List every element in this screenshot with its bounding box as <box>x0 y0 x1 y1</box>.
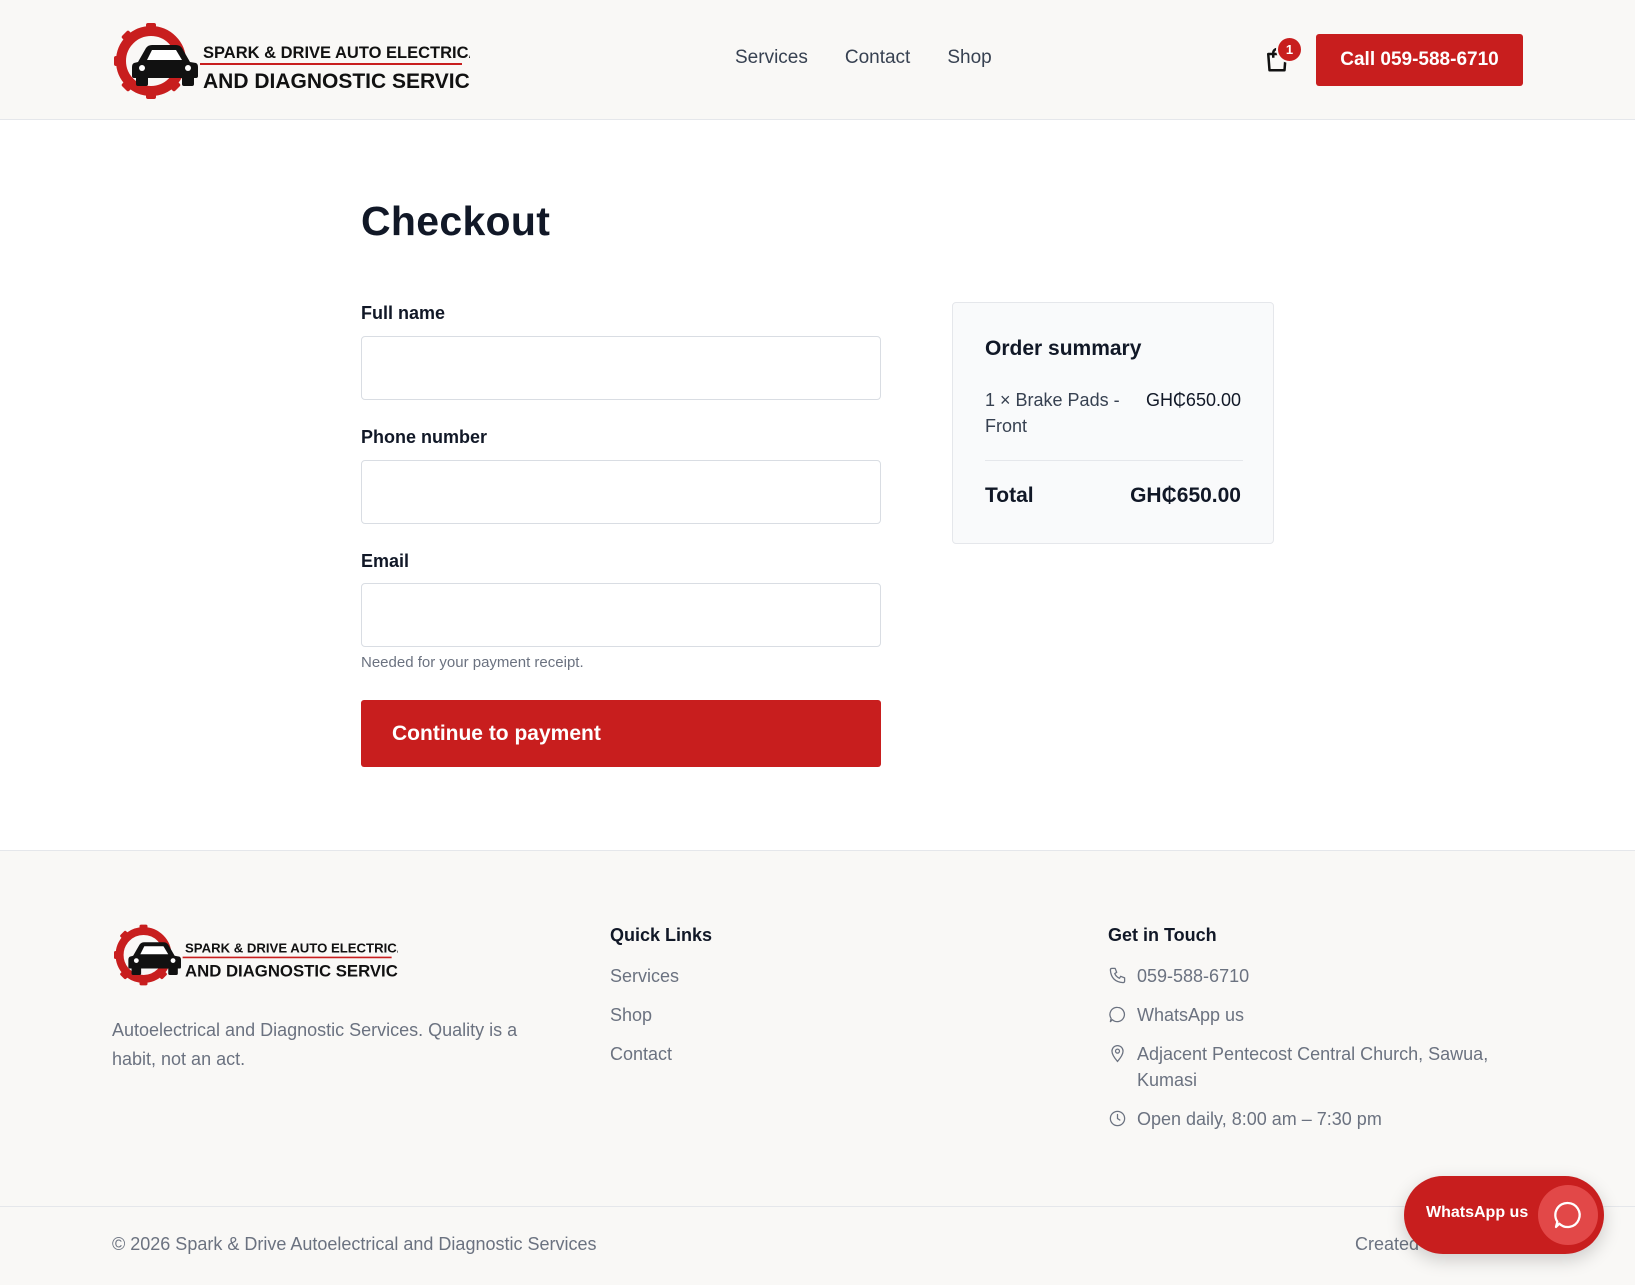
page-title: Checkout <box>361 198 551 244</box>
continue-to-payment-button[interactable]: Continue to payment <box>361 700 881 767</box>
nav-contact[interactable]: Contact <box>845 46 910 70</box>
footer-address: Adjacent Pentecost Central Church, Sawua… <box>1108 1041 1537 1093</box>
full-name-input[interactable] <box>361 336 881 400</box>
footer-phone-text: 059-588-6710 <box>1137 966 1250 986</box>
nav-services[interactable]: Services <box>735 46 808 70</box>
phone-input[interactable] <box>361 460 881 524</box>
full-name-label: Full name <box>361 303 446 323</box>
car-icon <box>128 942 182 975</box>
email-label: Email <box>361 551 410 571</box>
whatsapp-floating-label: WhatsApp us <box>1426 1204 1529 1221</box>
phone-icon <box>1109 967 1126 984</box>
quick-links-heading: Quick Links <box>610 925 713 945</box>
footer-phone[interactable]: 059-588-6710 <box>1108 963 1537 989</box>
get-in-touch-heading: Get in Touch <box>1108 925 1217 945</box>
footer-whatsapp[interactable]: WhatsApp us <box>1108 1002 1537 1028</box>
created-credit: Created <box>1355 1234 1420 1254</box>
footer-hours: Open daily, 8:00 am – 7:30 pm <box>1108 1106 1537 1132</box>
copyright: © 2026 Spark & Drive Autoelectrical and … <box>112 1234 597 1254</box>
order-summary-title: Order summary <box>985 337 1142 360</box>
summary-item-name: 1 × Brake Pads - Front <box>985 390 1120 436</box>
summary-total-value: GH₵650.00 <box>1130 484 1241 507</box>
nav-shop[interactable]: Shop <box>947 46 991 70</box>
site-header: SPARK & DRIVE AUTO ELECTRICAL AND DIAGNO… <box>0 0 1635 120</box>
footer-address-text: Adjacent Pentecost Central Church, Sawua… <box>1137 1044 1489 1090</box>
call-button[interactable]: Call 059-588-6710 <box>1316 34 1523 86</box>
clock-icon <box>1109 1110 1126 1127</box>
footer-link-shop[interactable]: Shop <box>610 1005 652 1026</box>
footer-divider <box>0 1206 1635 1207</box>
email-hint: Needed for your payment receipt. <box>361 654 584 671</box>
email-input[interactable] <box>361 583 881 647</box>
footer-link-contact[interactable]: Contact <box>610 1044 672 1065</box>
map-pin-icon <box>1111 1045 1124 1063</box>
cart-count-badge: 1 <box>1276 36 1303 63</box>
order-summary: Order summary 1 × Brake Pads - Front GH₵… <box>952 302 1274 544</box>
footer-hours-text: Open daily, 8:00 am – 7:30 pm <box>1137 1109 1382 1129</box>
footer-whatsapp-text: WhatsApp us <box>1137 1005 1245 1025</box>
footer-tagline: Autoelectrical and Diagnostic Services. … <box>112 1020 518 1069</box>
brand-logo[interactable]: SPARK & DRIVE AUTO ELECTRICAL AND DIAGNO… <box>114 22 470 100</box>
summary-total-label: Total <box>985 484 1034 507</box>
svg-text:AND DIAGNOSTIC SERVICE: AND DIAGNOSTIC SERVICE <box>185 962 398 981</box>
summary-item-price: GH₵650.00 <box>1145 390 1241 410</box>
main-nav: Services Contact Shop <box>735 46 992 70</box>
chat-bubble-icon <box>1109 1006 1126 1023</box>
footer-brand-logo[interactable]: SPARK & DRIVE AUTO ELECTRICAL AND DIAGNO… <box>114 923 398 987</box>
chat-bubble-icon <box>1538 1185 1598 1245</box>
svg-text:AND DIAGNOSTIC SERVICE: AND DIAGNOSTIC SERVICE <box>203 70 470 93</box>
svg-text:SPARK & DRIVE AUTO ELECTRICAL: SPARK & DRIVE AUTO ELECTRICAL <box>185 941 398 956</box>
whatsapp-floating-button[interactable]: WhatsApp us <box>1404 1176 1604 1254</box>
car-icon <box>132 45 198 86</box>
summary-divider <box>985 460 1243 461</box>
footer-link-services[interactable]: Services <box>610 966 679 987</box>
svg-text:SPARK & DRIVE AUTO ELECTRICAL: SPARK & DRIVE AUTO ELECTRICAL <box>203 44 470 62</box>
phone-label: Phone number <box>361 427 488 447</box>
